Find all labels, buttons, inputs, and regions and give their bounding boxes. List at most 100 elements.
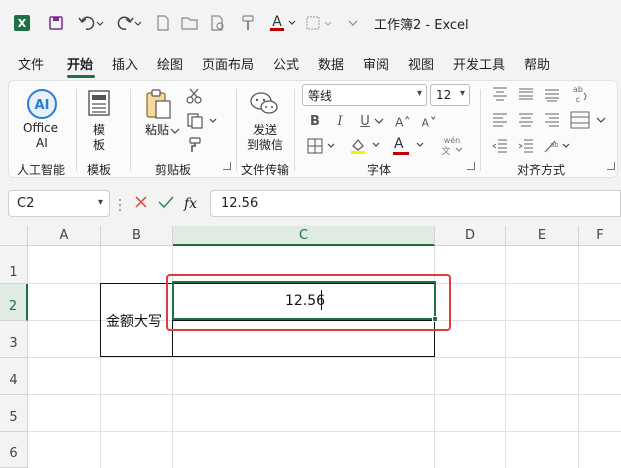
tab-view[interactable]: 视图: [408, 54, 434, 73]
font-color-icon[interactable]: A: [268, 11, 298, 35]
column-header-f[interactable]: F: [579, 226, 621, 246]
increase-indent-icon[interactable]: [517, 137, 535, 155]
office-ai-label-2[interactable]: AI: [36, 136, 48, 150]
align-right-icon[interactable]: [543, 111, 561, 129]
tab-review[interactable]: 审阅: [363, 54, 389, 73]
active-tab-indicator: [67, 75, 95, 78]
ribbon-separator: [480, 89, 481, 171]
svg-text:A: A: [272, 14, 282, 30]
column-header-a[interactable]: A: [28, 226, 101, 246]
tab-home[interactable]: 开始: [67, 54, 93, 73]
align-left-icon[interactable]: [491, 111, 509, 129]
chevron-down-icon: ▾: [459, 88, 465, 99]
worksheet-grid[interactable]: A B C D E F 1 2 3 4 5 6 金额大写 12.56: [0, 226, 621, 468]
row-header-3[interactable]: 3: [0, 321, 28, 358]
name-box[interactable]: C2 ▾: [8, 190, 110, 217]
merge-dropdown-icon[interactable]: [595, 113, 607, 127]
ribbon-separator: [236, 89, 237, 171]
copy-icon[interactable]: [185, 112, 219, 130]
highlight-box: [166, 274, 451, 331]
font-launcher-icon[interactable]: [467, 162, 475, 170]
open-folder-icon[interactable]: [180, 11, 200, 35]
gridline: [28, 431, 621, 432]
svg-text:文: 文: [441, 145, 450, 155]
borders-button[interactable]: [307, 137, 337, 155]
insert-function-icon[interactable]: fx: [184, 196, 197, 212]
column-header-c[interactable]: C: [173, 226, 435, 246]
underline-dropdown-icon[interactable]: [373, 113, 385, 129]
align-bottom-icon[interactable]: [543, 85, 561, 103]
group-label-clipboard: 剪贴板: [155, 163, 192, 177]
svg-text:c: c: [576, 95, 580, 104]
format-painter-icon[interactable]: [238, 11, 258, 35]
increase-font-icon[interactable]: A: [393, 112, 409, 130]
align-middle-icon[interactable]: [517, 85, 535, 103]
align-center-icon[interactable]: [517, 111, 535, 129]
office-ai-label[interactable]: Office: [23, 121, 58, 135]
phonetic-guide-label: wén: [443, 135, 461, 145]
align-top-icon[interactable]: [491, 85, 509, 103]
select-all-button[interactable]: [0, 226, 28, 246]
row-header-6[interactable]: 6: [0, 432, 28, 468]
font-color-button[interactable]: A: [391, 136, 427, 156]
drag-handle-icon[interactable]: [118, 197, 122, 211]
column-header-d[interactable]: D: [435, 226, 506, 246]
send-to-wechat-icon[interactable]: [249, 89, 279, 119]
font-color-glyph: A: [394, 136, 404, 152]
wrap-text-icon[interactable]: ab c: [569, 83, 591, 105]
paste-label[interactable]: 粘贴: [145, 121, 169, 138]
decrease-indent-icon[interactable]: [491, 137, 509, 155]
italic-button[interactable]: I: [332, 112, 348, 130]
column-header-b[interactable]: B: [101, 226, 173, 246]
tab-file[interactable]: 文件: [18, 54, 44, 73]
row-header-1[interactable]: 1: [0, 246, 28, 284]
title-bar: X A 工作簿2 - Excel: [0, 0, 621, 46]
format-painter-icon[interactable]: [185, 136, 203, 154]
tab-insert[interactable]: 插入: [112, 54, 138, 73]
template-icon[interactable]: [85, 89, 113, 117]
row-header-5[interactable]: 5: [0, 395, 28, 432]
fill-color-button[interactable]: [349, 137, 383, 155]
paste-dropdown-icon[interactable]: [169, 125, 181, 137]
svg-text:AI: AI: [35, 98, 50, 113]
send-to-wechat-label-2[interactable]: 到微信: [247, 136, 283, 153]
formula-input[interactable]: 12.56: [210, 190, 621, 217]
paste-icon[interactable]: [143, 87, 173, 121]
name-box-value: C2: [17, 196, 35, 211]
font-name-select[interactable]: 等线 ▾: [302, 84, 427, 106]
tab-formulas[interactable]: 公式: [273, 54, 299, 73]
clipboard-launcher-icon[interactable]: [223, 162, 231, 170]
column-header-e[interactable]: E: [506, 226, 579, 246]
orientation-icon[interactable]: ab: [543, 137, 573, 155]
alignment-launcher-icon[interactable]: [607, 162, 615, 170]
phonetic-guide-button[interactable]: wén 文: [437, 133, 467, 157]
redo-icon[interactable]: [114, 11, 144, 35]
gridline: [28, 394, 621, 395]
cut-icon[interactable]: [185, 87, 203, 105]
enter-icon[interactable]: [158, 194, 174, 213]
save-icon[interactable]: [46, 11, 66, 35]
borders-icon[interactable]: [304, 11, 334, 35]
print-preview-icon[interactable]: [208, 11, 228, 35]
tab-developer[interactable]: 开发工具: [453, 54, 505, 73]
underline-button[interactable]: U: [357, 112, 373, 130]
row-header-4[interactable]: 4: [0, 358, 28, 395]
excel-window: X A 工作簿2 - Excel 文件 开始 插入 绘图 页面布局 公式 数据 …: [0, 0, 621, 468]
decrease-font-icon[interactable]: A: [419, 112, 435, 130]
template-label-2[interactable]: 板: [93, 136, 105, 153]
undo-icon[interactable]: [76, 11, 106, 35]
tab-data[interactable]: 数据: [318, 54, 344, 73]
office-ai-icon[interactable]: AI: [25, 87, 59, 121]
customize-dropdown-icon[interactable]: [346, 11, 360, 35]
merge-cells-icon[interactable]: [569, 110, 591, 130]
svg-text:X: X: [18, 17, 27, 30]
new-file-icon[interactable]: [154, 11, 172, 35]
tab-help[interactable]: 帮助: [524, 54, 550, 73]
tab-draw[interactable]: 绘图: [157, 54, 183, 73]
font-size-select[interactable]: 12 ▾: [430, 84, 470, 106]
row-header-2[interactable]: 2: [0, 284, 28, 321]
cell-b2[interactable]: 金额大写: [106, 311, 162, 331]
tab-page-layout[interactable]: 页面布局: [202, 54, 254, 73]
cancel-icon[interactable]: [134, 194, 148, 213]
bold-button[interactable]: B: [307, 112, 323, 130]
